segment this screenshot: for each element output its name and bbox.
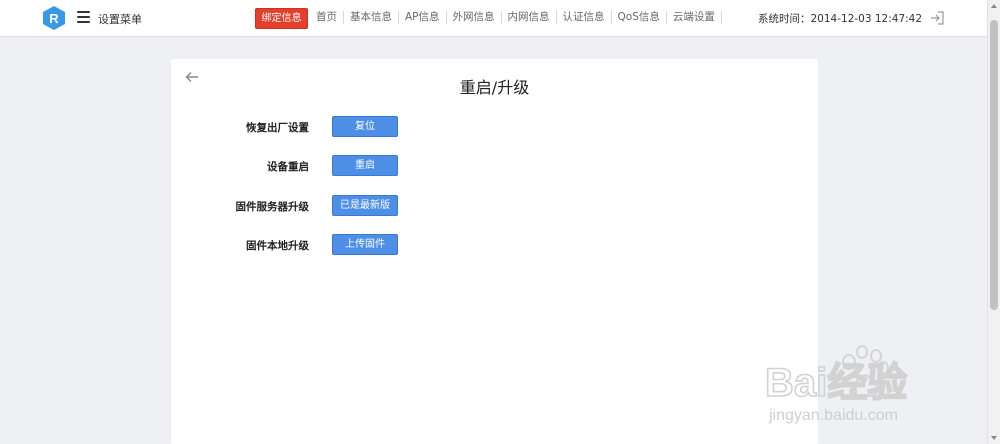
nav-item-qos-info[interactable]: QoS信息 [612, 11, 667, 24]
logout-icon[interactable] [930, 11, 944, 25]
reset-button[interactable]: 复位 [332, 116, 398, 137]
factory-reset-label: 恢复出厂设置 [246, 122, 309, 134]
system-time-value: 2014-12-03 12:47:42 [810, 13, 923, 25]
scroll-up-arrow-icon[interactable] [991, 4, 997, 8]
watermark-brand: Bai经验 [765, 361, 907, 405]
top-bar: R 设置菜单 绑定信息 首页 基本信息 AP信息 外网信息 内网信息 认证信息 … [0, 0, 988, 37]
hamburger-icon[interactable] [77, 11, 90, 23]
nav-item-cloud-settings[interactable]: 云端设置 [667, 11, 722, 24]
scroll-thumb[interactable] [990, 20, 998, 310]
nav-item-wan-info[interactable]: 外网信息 [447, 11, 502, 24]
nav-item-lan-info[interactable]: 内网信息 [502, 11, 557, 24]
system-time-label: 系统时间： [758, 13, 811, 25]
system-time: 系统时间：2014-12-03 12:47:42 [758, 11, 922, 26]
firmware-local-upgrade-label: 固件本地升级 [246, 240, 309, 252]
nav-item-ap-info[interactable]: AP信息 [399, 11, 447, 24]
bind-info-button[interactable]: 绑定信息 [255, 8, 308, 29]
watermark-url: jingyan.baidu.com [768, 407, 898, 424]
nav-item-home[interactable]: 首页 [310, 11, 344, 24]
firmware-server-upgrade-row: 固件服务器升级 已是最新版 [171, 195, 818, 216]
factory-reset-row: 恢复出厂设置 复位 [171, 116, 818, 137]
nav-item-auth-info[interactable]: 认证信息 [557, 11, 612, 24]
restart-button[interactable]: 重启 [332, 155, 398, 176]
logo-icon[interactable]: R [43, 6, 65, 30]
restart-upgrade-panel: 重启/升级 恢复出厂设置 复位 设备重启 重启 固件服务器升级 已是最新版 固件… [171, 59, 818, 444]
logo-letter: R [49, 11, 59, 26]
baidu-jingyan-watermark: Bai经验 jingyan.baidu.com [765, 345, 908, 424]
firmware-local-upgrade-row: 固件本地升级 上传固件 [171, 234, 818, 255]
scroll-down-arrow-icon[interactable] [991, 436, 997, 440]
page-scrollbar[interactable] [987, 0, 1000, 444]
top-nav: 首页 基本信息 AP信息 外网信息 内网信息 认证信息 QoS信息 云端设置 [310, 11, 722, 24]
device-restart-label: 设备重启 [267, 161, 309, 173]
device-restart-row: 设备重启 重启 [171, 155, 818, 176]
nav-item-basic-info[interactable]: 基本信息 [344, 11, 399, 24]
page-title: 重启/升级 [459, 78, 530, 97]
firmware-server-upgrade-label: 固件服务器升级 [235, 201, 310, 213]
upload-firmware-button[interactable]: 上传固件 [332, 234, 398, 255]
menu-title[interactable]: 设置菜单 [98, 11, 142, 27]
latest-version-button[interactable]: 已是最新版 [332, 195, 398, 216]
